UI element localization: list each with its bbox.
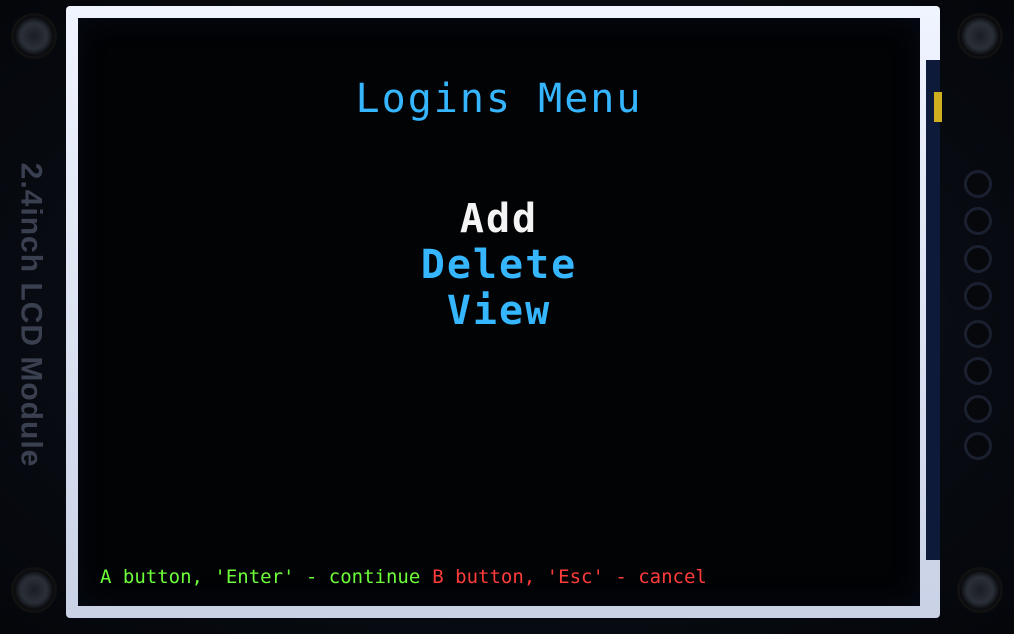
silkscreen-text: 2.4inch LCD Module	[14, 162, 47, 468]
pin	[964, 319, 992, 348]
pin	[964, 244, 992, 273]
menu-title: Logins Menu	[355, 76, 643, 122]
pin	[964, 282, 992, 311]
logins-menu: Add Delete View	[78, 196, 920, 334]
pin	[964, 431, 992, 460]
lcd-screen: Logins Menu Add Delete View A button, 'E…	[78, 18, 920, 606]
footer-hints: A button, 'Enter' - continue B button, 'E…	[100, 566, 707, 588]
pin	[964, 357, 992, 386]
flex-connector	[926, 60, 940, 560]
mounting-hole-top-right	[960, 16, 1000, 56]
menu-item-view[interactable]: View	[447, 288, 551, 334]
pin-header	[958, 170, 998, 460]
menu-item-add[interactable]: Add	[460, 196, 538, 242]
cancel-hint: B button, 'Esc' - cancel	[432, 566, 707, 588]
pin	[964, 394, 992, 423]
menu-item-delete[interactable]: Delete	[421, 242, 578, 288]
mounting-hole-bottom-right	[960, 570, 1000, 610]
mounting-hole-top-left	[14, 16, 54, 56]
silkscreen-label: 2.4inch LCD Module	[10, 100, 50, 530]
mounting-hole-bottom-left	[14, 570, 54, 610]
connector-contact	[934, 92, 942, 122]
lcd-module-board: 2.4inch LCD Module Logins Menu Add Delet…	[0, 0, 1014, 634]
continue-hint: A button, 'Enter' - continue	[100, 566, 421, 588]
pin	[964, 207, 992, 236]
pin	[964, 170, 992, 198]
